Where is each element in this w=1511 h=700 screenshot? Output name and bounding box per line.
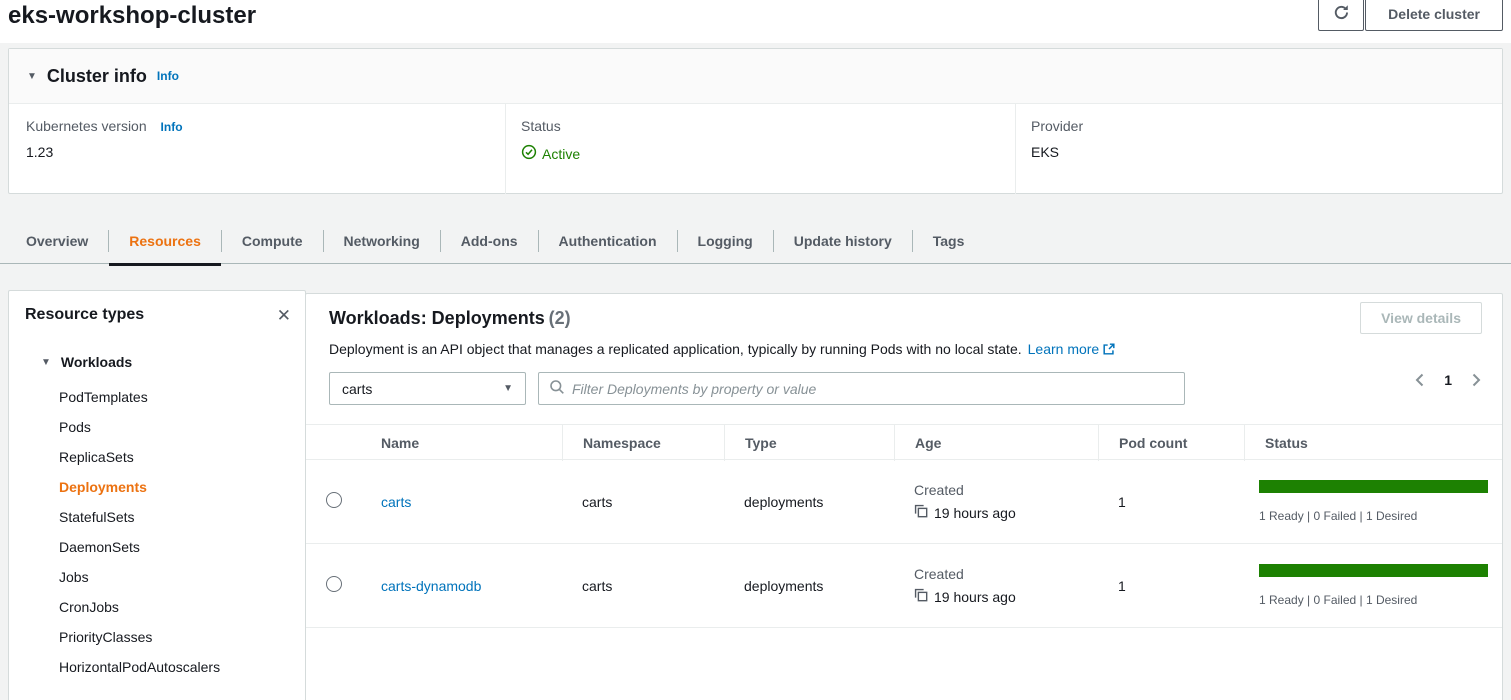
pagination: 1 xyxy=(1412,372,1484,388)
cluster-tabs: Overview Resources Compute Networking Ad… xyxy=(0,218,1511,264)
type-cell: deployments xyxy=(724,578,894,594)
row-radio-button[interactable] xyxy=(326,576,342,592)
column-header-age[interactable]: Age xyxy=(894,425,1098,461)
panel-count: (2) xyxy=(549,308,571,328)
tab-resources[interactable]: Resources xyxy=(109,218,221,264)
status-value: Active xyxy=(521,144,1015,163)
sidebar-item-replicasets[interactable]: ReplicaSets xyxy=(9,442,305,472)
collapse-caret-icon[interactable]: ▼ xyxy=(27,71,37,82)
status-check-icon xyxy=(521,144,537,163)
previous-page-icon[interactable] xyxy=(1412,372,1428,388)
selection-column-header xyxy=(306,425,361,461)
deployment-name-link[interactable]: carts-dynamodb xyxy=(381,578,481,594)
delete-cluster-button[interactable]: Delete cluster xyxy=(1365,0,1503,31)
sidebar-item-priorityclasses[interactable]: PriorityClasses xyxy=(9,622,305,652)
table-row: carts-dynamodb carts deployments Created… xyxy=(306,544,1502,628)
panel-title: Workloads: Deployments xyxy=(329,308,545,328)
cluster-info-title: Cluster info xyxy=(47,66,147,87)
tab-compute[interactable]: Compute xyxy=(222,218,323,264)
sidebar-item-deployments[interactable]: Deployments xyxy=(9,472,305,502)
chevron-down-icon: ▼ xyxy=(503,383,513,394)
provider-field: Provider EKS xyxy=(1016,104,1502,194)
sidebar-item-pods[interactable]: Pods xyxy=(9,412,305,442)
column-header-type[interactable]: Type xyxy=(724,425,894,461)
dropdown-value: carts xyxy=(342,381,372,397)
sidebar-item-podtemplates[interactable]: PodTemplates xyxy=(9,382,305,412)
provider-value: EKS xyxy=(1031,144,1502,160)
table-header-row: Name Namespace Type Age Pod count Status xyxy=(306,424,1502,460)
close-icon[interactable]: ✕ xyxy=(277,307,291,324)
tab-networking[interactable]: Networking xyxy=(324,218,440,264)
filter-search[interactable] xyxy=(538,372,1185,405)
sidebar-item-jobs[interactable]: Jobs xyxy=(9,562,305,592)
copy-icon[interactable] xyxy=(914,504,928,521)
tab-addons[interactable]: Add-ons xyxy=(441,218,538,264)
column-header-namespace[interactable]: Namespace xyxy=(562,425,724,461)
panel-description: Deployment is an API object that manages… xyxy=(329,341,1482,359)
status-text: 1 Ready | 0 Failed | 1 Desired xyxy=(1259,593,1488,607)
search-input[interactable] xyxy=(572,381,1174,397)
resource-name-dropdown[interactable]: carts ▼ xyxy=(329,372,526,405)
pod-count-cell: 1 xyxy=(1098,494,1244,510)
cluster-info-body: Kubernetes version Info 1.23 Status Acti… xyxy=(9,104,1502,194)
kubernetes-version-field: Kubernetes version Info 1.23 xyxy=(9,104,506,194)
status-field: Status Active xyxy=(506,104,1016,194)
deployments-table: Name Namespace Type Age Pod count Status… xyxy=(306,424,1502,628)
sidebar-item-horizontalpodautoscalers[interactable]: HorizontalPodAutoscalers xyxy=(9,652,305,682)
current-page[interactable]: 1 xyxy=(1438,372,1458,388)
status-label: Status xyxy=(521,118,1015,134)
status-progress-bar xyxy=(1259,480,1488,493)
refresh-button[interactable] xyxy=(1318,0,1364,31)
status-progress-bar xyxy=(1259,564,1488,577)
tab-tags[interactable]: Tags xyxy=(913,218,985,264)
age-cell: Created 19 hours ago xyxy=(894,482,1098,521)
row-radio-button[interactable] xyxy=(326,492,342,508)
view-details-button[interactable]: View details xyxy=(1360,302,1482,334)
next-page-icon[interactable] xyxy=(1468,372,1484,388)
column-header-pod-count[interactable]: Pod count xyxy=(1098,425,1244,461)
sidebar-item-statefulsets[interactable]: StatefulSets xyxy=(9,502,305,532)
external-link-icon xyxy=(1102,343,1116,359)
column-header-status[interactable]: Status xyxy=(1244,425,1502,461)
cluster-info-card: ▼ Cluster info Info Kubernetes version I… xyxy=(8,48,1503,194)
kubernetes-version-info-link[interactable]: Info xyxy=(161,120,183,134)
workloads-caret-icon[interactable]: ▼ xyxy=(41,357,51,368)
sidebar-title: Resource types xyxy=(25,306,144,324)
tab-overview[interactable]: Overview xyxy=(6,218,108,264)
namespace-cell: carts xyxy=(562,578,724,594)
sidebar-item-cronjobs[interactable]: CronJobs xyxy=(9,592,305,622)
workloads-group-label: Workloads xyxy=(61,354,132,370)
cluster-info-info-link[interactable]: Info xyxy=(157,69,179,83)
search-icon xyxy=(549,379,565,398)
tab-logging[interactable]: Logging xyxy=(678,218,773,264)
kubernetes-version-value: 1.23 xyxy=(26,144,505,160)
type-cell: deployments xyxy=(724,494,894,510)
kubernetes-version-label: Kubernetes version Info xyxy=(26,118,505,134)
tab-update-history[interactable]: Update history xyxy=(774,218,912,264)
status-text: 1 Ready | 0 Failed | 1 Desired xyxy=(1259,509,1488,523)
status-cell: 1 Ready | 0 Failed | 1 Desired xyxy=(1244,564,1502,607)
pod-count-cell: 1 xyxy=(1098,578,1244,594)
provider-label: Provider xyxy=(1031,118,1502,134)
table-row: carts carts deployments Created 19 hours… xyxy=(306,460,1502,544)
copy-icon[interactable] xyxy=(914,588,928,605)
deployment-name-link[interactable]: carts xyxy=(381,494,411,510)
age-cell: Created 19 hours ago xyxy=(894,566,1098,605)
column-header-name[interactable]: Name xyxy=(361,425,562,461)
deployments-panel: Workloads: Deployments (2) View details … xyxy=(305,293,1503,700)
namespace-cell: carts xyxy=(562,494,724,510)
sidebar-item-daemonsets[interactable]: DaemonSets xyxy=(9,532,305,562)
page-header: eks-workshop-cluster Delete cluster xyxy=(0,0,1511,43)
refresh-icon xyxy=(1333,4,1350,24)
learn-more-link[interactable]: Learn more xyxy=(1028,341,1100,357)
page-title: eks-workshop-cluster xyxy=(8,2,256,30)
status-cell: 1 Ready | 0 Failed | 1 Desired xyxy=(1244,480,1502,523)
resource-types-sidebar: Resource types ✕ ▼ Workloads PodTemplate… xyxy=(8,290,306,700)
sidebar-group-workloads[interactable]: ▼ Workloads xyxy=(9,354,305,370)
cluster-info-header[interactable]: ▼ Cluster info Info xyxy=(9,49,1502,104)
tab-authentication[interactable]: Authentication xyxy=(539,218,677,264)
